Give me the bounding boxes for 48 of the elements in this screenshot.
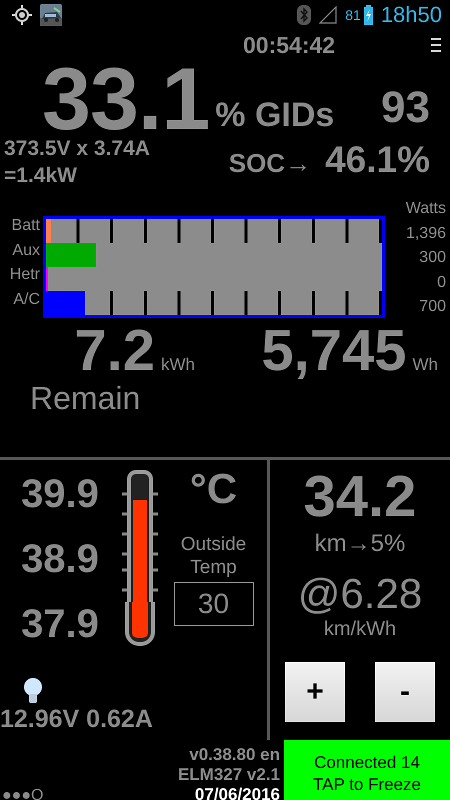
temperature-unit: °C bbox=[190, 465, 238, 513]
pack-power-total: =1.4kW bbox=[4, 163, 78, 189]
energy-wh: 5,745 bbox=[261, 320, 406, 382]
remaining-energy-unit: kWh bbox=[161, 355, 195, 375]
page-indicator[interactable]: ●●●O bbox=[0, 787, 162, 800]
efficiency-value: @6.28 bbox=[298, 570, 422, 618]
bar-label: Batt bbox=[12, 216, 40, 236]
watts-header: Watts bbox=[406, 199, 446, 219]
date-text: 07/06/2016 bbox=[194, 785, 280, 800]
bar-label: Hetr bbox=[10, 265, 40, 285]
remaining-energy: 7.2 bbox=[74, 320, 155, 382]
watts-reading: 0 bbox=[437, 272, 446, 292]
range-value: 34.2 bbox=[304, 464, 416, 530]
watts-reading: 700 bbox=[419, 297, 446, 317]
trip-timer: 00:54:42 bbox=[243, 32, 336, 58]
battery-percent: 81 bbox=[345, 7, 361, 23]
battery-temperature: 39.9 bbox=[21, 471, 99, 518]
location-icon bbox=[12, 5, 32, 25]
bluetooth-icon bbox=[297, 5, 312, 25]
clock: 18h50 bbox=[380, 2, 442, 28]
efficiency-unit: km/kWh bbox=[324, 618, 396, 640]
increase-button[interactable]: + bbox=[285, 662, 345, 722]
soc-label: SOC→ bbox=[228, 148, 312, 179]
remain-label: Remain bbox=[29, 380, 142, 418]
decrease-button[interactable]: - bbox=[375, 662, 435, 722]
watts-reading: 1,396 bbox=[406, 224, 446, 244]
pack-power-reading: 373.5V x 3.74A bbox=[4, 136, 150, 162]
range-label: km→5% bbox=[314, 530, 406, 558]
energy-wh-unit: Wh bbox=[412, 355, 438, 375]
watts-reading: 300 bbox=[419, 248, 446, 268]
battery-temperature: 37.9 bbox=[21, 601, 99, 648]
light-bulb-icon bbox=[22, 677, 44, 705]
gids-percent: 33.1 bbox=[42, 63, 210, 135]
gids-label: % GIDs bbox=[215, 95, 334, 135]
menu-icon[interactable] bbox=[430, 37, 442, 53]
connection-button[interactable]: Connected 14 TAP to Freeze bbox=[284, 740, 450, 800]
battery-temperature: 38.9 bbox=[21, 536, 99, 583]
outside-temp-label: Outside Temp bbox=[180, 533, 248, 579]
version-text: v0.38.80 en bbox=[189, 745, 280, 765]
aux-battery-reading: 12.96V 0.62A bbox=[0, 705, 154, 734]
gids-count: 93 bbox=[381, 82, 430, 132]
soc-value: 46.1% bbox=[325, 139, 430, 181]
bar-label: A/C bbox=[13, 290, 40, 310]
adapter-text: ELM327 v2.1 bbox=[178, 765, 280, 785]
bar-label: Aux bbox=[12, 240, 40, 260]
outside-temp-value: 30 bbox=[174, 582, 254, 626]
battery-charging-icon bbox=[364, 5, 373, 25]
signal-icon bbox=[319, 6, 338, 24]
